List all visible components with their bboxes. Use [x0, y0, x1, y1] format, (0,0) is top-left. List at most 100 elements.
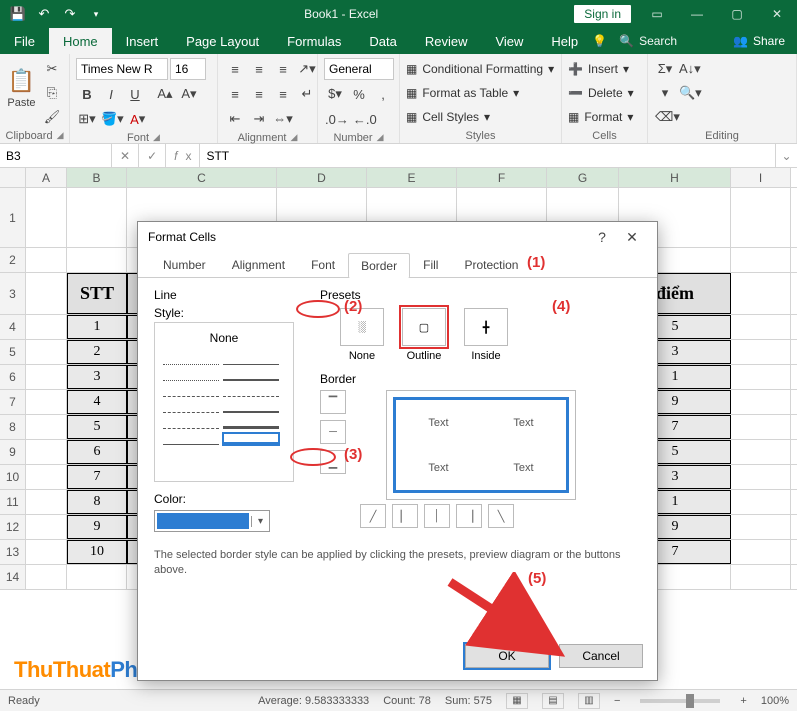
ribbon-options-icon[interactable]: ▭ [637, 0, 677, 28]
row-header-5[interactable]: 5 [0, 340, 26, 364]
row-header-3[interactable]: 3 [0, 273, 26, 314]
merge-center-icon[interactable]: ⇔▾ [272, 108, 294, 130]
copy-icon[interactable]: ⎘ [41, 82, 63, 104]
align-top-icon[interactable]: ≡ [224, 58, 246, 80]
zoom-out-icon[interactable]: − [614, 695, 620, 707]
italic-button[interactable]: I [100, 83, 122, 105]
dlg-tab-protection[interactable]: Protection [451, 252, 531, 277]
name-box[interactable]: B3 [0, 144, 112, 167]
cell-r8-c1[interactable]: 5 [67, 415, 127, 439]
cell-styles-button[interactable]: ▦ Cell Styles ▾ [406, 106, 554, 128]
style-med-dashed[interactable] [163, 401, 219, 413]
cell-r6-c0[interactable] [26, 365, 67, 389]
cell-r13-c0[interactable] [26, 540, 67, 564]
cell-r4-c1[interactable]: 1 [67, 315, 127, 339]
cell-r1-c8[interactable] [731, 188, 791, 247]
style-double-selected[interactable] [223, 433, 279, 445]
cell-r13-c1[interactable]: 10 [67, 540, 127, 564]
align-middle-icon[interactable]: ≡ [248, 58, 270, 80]
zoom-slider[interactable] [640, 699, 720, 703]
undo-icon[interactable]: ↶ [32, 3, 56, 25]
border-color-combo[interactable]: ▾ [154, 510, 270, 532]
cell-r2-c1[interactable] [67, 248, 127, 272]
formula-input[interactable]: STT [200, 144, 775, 167]
cell-r5-c0[interactable] [26, 340, 67, 364]
style-medium[interactable] [223, 369, 279, 381]
fill-color-button[interactable]: 🪣▾ [100, 108, 125, 130]
cancel-formula-icon[interactable]: ✕ [112, 144, 139, 167]
align-left-icon[interactable]: ≡ [224, 83, 246, 105]
cell-r2-c8[interactable] [731, 248, 791, 272]
cell-r7-c1[interactable]: 4 [67, 390, 127, 414]
borders-button[interactable]: ⊞▾ [76, 108, 98, 130]
decrease-indent-icon[interactable]: ⇤ [224, 108, 246, 130]
zoom-level[interactable]: 100% [761, 695, 789, 707]
shrink-font-icon[interactable]: A▾ [178, 83, 200, 105]
row-header-14[interactable]: 14 [0, 565, 26, 589]
row-header-11[interactable]: 11 [0, 490, 26, 514]
border-left-button[interactable]: ▏ [392, 504, 418, 528]
row-header-12[interactable]: 12 [0, 515, 26, 539]
fill-icon[interactable]: ▾ [654, 82, 676, 104]
conditional-formatting-button[interactable]: ▦ Conditional Formatting ▾ [406, 58, 554, 80]
col-header-B[interactable]: B [67, 168, 127, 187]
dlg-tab-number[interactable]: Number [150, 252, 219, 277]
cell-r10-c0[interactable] [26, 465, 67, 489]
row-header-9[interactable]: 9 [0, 440, 26, 464]
cell-r3-c0[interactable] [26, 273, 67, 314]
cell-r10-c8[interactable] [731, 465, 791, 489]
border-right-button[interactable]: ▕ [456, 504, 482, 528]
cancel-button[interactable]: Cancel [559, 644, 643, 668]
format-as-table-button[interactable]: ▦ Format as Table ▾ [406, 82, 554, 104]
orientation-icon[interactable]: ↗▾ [296, 58, 318, 80]
row-header-10[interactable]: 10 [0, 465, 26, 489]
comma-format-icon[interactable]: , [372, 83, 394, 105]
cell-r10-c1[interactable]: 7 [67, 465, 127, 489]
row-header-8[interactable]: 8 [0, 415, 26, 439]
insert-function-icon[interactable]: fx [166, 144, 200, 167]
close-icon[interactable]: ✕ [757, 0, 797, 28]
clipboard-launcher-icon[interactable]: ◢ [57, 130, 64, 142]
cut-icon[interactable]: ✂ [41, 58, 63, 80]
tab-review[interactable]: Review [411, 28, 482, 54]
border-horizontal-button[interactable]: ─ [320, 420, 346, 444]
dlg-tab-fill[interactable]: Fill [410, 252, 451, 277]
tell-me-icon[interactable]: 💡 [592, 28, 619, 54]
percent-format-icon[interactable]: % [348, 83, 370, 105]
cell-r5-c1[interactable]: 2 [67, 340, 127, 364]
expand-formula-bar-icon[interactable]: ⌄ [775, 144, 797, 167]
number-launcher-icon[interactable]: ◢ [377, 132, 384, 144]
border-top-button[interactable]: ▔ [320, 390, 346, 414]
minimize-icon[interactable]: — [677, 0, 717, 28]
align-bottom-icon[interactable]: ≡ [272, 58, 294, 80]
sign-in-button[interactable]: Sign in [574, 5, 631, 23]
enter-formula-icon[interactable]: ✓ [139, 144, 166, 167]
underline-button[interactable]: U [124, 83, 146, 105]
cell-r4-c8[interactable] [731, 315, 791, 339]
tab-view[interactable]: View [481, 28, 537, 54]
style-hair[interactable] [163, 433, 219, 445]
border-vertical-button[interactable]: │ [424, 504, 450, 528]
cell-r11-c0[interactable] [26, 490, 67, 514]
cell-r4-c0[interactable] [26, 315, 67, 339]
preset-none[interactable]: ░None [340, 308, 384, 362]
cell-r6-c8[interactable] [731, 365, 791, 389]
view-normal-icon[interactable]: ▦ [506, 693, 528, 709]
cell-r1-c1[interactable] [67, 188, 127, 247]
cell-r11-c1[interactable]: 8 [67, 490, 127, 514]
col-header-A[interactable]: A [26, 168, 67, 187]
row-header-6[interactable]: 6 [0, 365, 26, 389]
style-thick[interactable] [223, 417, 279, 429]
wrap-text-icon[interactable]: ↵ [296, 83, 318, 105]
border-diag-down-button[interactable]: ╲ [488, 504, 514, 528]
cell-r12-c1[interactable]: 9 [67, 515, 127, 539]
find-select-icon[interactable]: 🔍▾ [678, 82, 703, 104]
dialog-help-icon[interactable]: ? [587, 229, 617, 245]
cell-r3-c1[interactable]: STT [67, 273, 127, 314]
tab-formulas[interactable]: Formulas [273, 28, 355, 54]
cell-r9-c0[interactable] [26, 440, 67, 464]
cell-r1-c0[interactable] [26, 188, 67, 247]
line-style-list[interactable]: None [154, 322, 294, 482]
increase-indent-icon[interactable]: ⇥ [248, 108, 270, 130]
align-center-icon[interactable]: ≡ [248, 83, 270, 105]
